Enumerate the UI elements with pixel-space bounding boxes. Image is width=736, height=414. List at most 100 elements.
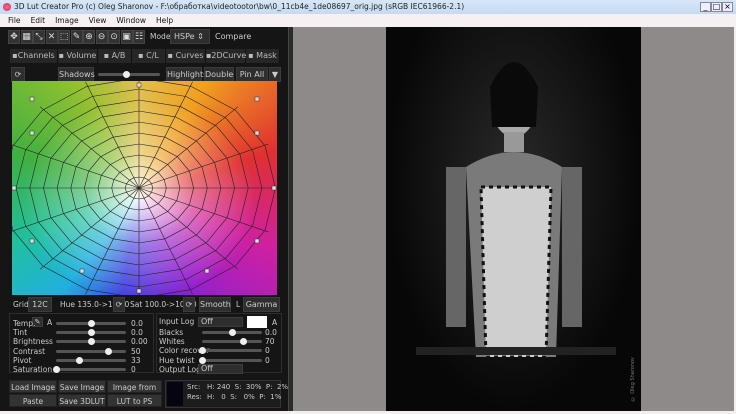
- slider-knob[interactable]: [199, 356, 206, 364]
- slider-knob[interactable]: [76, 356, 84, 364]
- grid-handle[interactable]: [29, 96, 35, 102]
- image-from-ps-button[interactable]: Image from PS: [107, 380, 162, 405]
- slider-knob[interactable]: [53, 366, 60, 373]
- select-icon[interactable]: ⬚: [58, 30, 70, 44]
- hue-reset-icon[interactable]: ⟳: [113, 297, 125, 312]
- grid-handle[interactable]: [136, 82, 142, 88]
- slider-knob[interactable]: [104, 347, 112, 355]
- pivot-slider[interactable]: [56, 356, 126, 364]
- photo-preview[interactable]: © Oleg Sharonov: [386, 27, 641, 411]
- blacks-value: 0.0: [265, 328, 277, 337]
- grid-handle[interactable]: [254, 96, 260, 102]
- grid-icon[interactable]: ▦: [20, 30, 33, 44]
- tab-channels[interactable]: ▪Channels: [10, 49, 58, 63]
- grid-handle[interactable]: [136, 288, 142, 294]
- slider-knob[interactable]: [88, 320, 95, 327]
- tab-label: C/L: [146, 51, 159, 60]
- tab-mask[interactable]: ▪ Mask: [246, 49, 280, 63]
- auto-button[interactable]: A: [272, 318, 277, 327]
- menu-image[interactable]: Image: [55, 14, 79, 27]
- grid-web[interactable]: [12, 81, 277, 295]
- grid-handle[interactable]: [204, 268, 210, 274]
- save-3dlut-button[interactable]: Save 3DLUT: [58, 394, 106, 407]
- color-recover-slider[interactable]: [199, 347, 262, 355]
- grid-handle[interactable]: [12, 185, 17, 191]
- whites-slider[interactable]: [202, 338, 262, 346]
- grid-handle[interactable]: [254, 130, 260, 136]
- app-icon: [3, 3, 11, 11]
- minimize-button[interactable]: _: [700, 2, 711, 12]
- slider-knob[interactable]: [122, 71, 130, 78]
- slider-knob[interactable]: [239, 338, 247, 346]
- whites-label: Whites: [159, 337, 185, 347]
- output-log-select[interactable]: Off: [198, 364, 243, 374]
- tab-ab[interactable]: ▪ A/B: [98, 49, 132, 63]
- grid-handle[interactable]: [271, 185, 277, 191]
- dropdown-arrow-icon[interactable]: ▼: [269, 67, 281, 82]
- grid-handle[interactable]: [29, 130, 35, 136]
- menu-edit[interactable]: Edit: [31, 14, 46, 27]
- zoom-in-icon[interactable]: ⊕: [83, 30, 95, 44]
- grid-handle[interactable]: [29, 238, 35, 244]
- gamma-select[interactable]: Gamma: [243, 297, 280, 312]
- highlights-button[interactable]: Highlights: [166, 67, 207, 82]
- temp-slider[interactable]: [56, 320, 126, 327]
- title-bar: 3D Lut Creator Pro (c) Oleg Sharonov - F…: [0, 0, 736, 14]
- grid-select[interactable]: 12C: [28, 297, 52, 312]
- tint-slider[interactable]: [56, 329, 126, 337]
- sat-reset-icon[interactable]: ⟳: [183, 297, 195, 312]
- tab-cl[interactable]: ▪ C/L: [132, 49, 166, 63]
- maximize-button[interactable]: □: [711, 2, 722, 12]
- window-title: 3D Lut Creator Pro (c) Oleg Sharonov - F…: [14, 2, 465, 11]
- split-icon[interactable]: ☷: [133, 30, 145, 44]
- color-wheel-grid[interactable]: [12, 81, 277, 295]
- grid-handle[interactable]: [254, 238, 260, 244]
- close-button[interactable]: ×: [722, 2, 733, 12]
- frame-icon[interactable]: ▣: [120, 30, 133, 44]
- white-swatch[interactable]: [247, 316, 267, 328]
- input-log-label: Input Log: [159, 317, 195, 326]
- brightness-slider[interactable]: [56, 338, 126, 346]
- menu-bar: File Edit Image View Window Help: [0, 14, 736, 27]
- slider-knob[interactable]: [229, 329, 236, 336]
- zoom-fit-icon[interactable]: ⊙: [108, 30, 120, 44]
- zoom-out-icon[interactable]: ⊖: [95, 30, 108, 44]
- blacks-slider[interactable]: [202, 329, 262, 336]
- double-button[interactable]: Double: [204, 67, 234, 82]
- load-image-button[interactable]: Load Image: [9, 380, 57, 393]
- contrast-slider[interactable]: [56, 347, 126, 355]
- tab-2dcurves[interactable]: ▪2DCurves: [206, 49, 250, 63]
- move-icon[interactable]: ✥: [8, 30, 20, 44]
- shadows-button[interactable]: Shadows: [58, 67, 95, 82]
- paste-button[interactable]: Paste: [9, 394, 57, 407]
- save-image-button[interactable]: Save Image: [58, 380, 106, 393]
- menu-window[interactable]: Window: [116, 14, 146, 27]
- tab-volume[interactable]: ▪ Volume: [58, 49, 98, 63]
- model-select[interactable]: HSPe ⇕: [170, 29, 210, 44]
- smooth-button[interactable]: Smooth: [199, 297, 231, 312]
- compare-button[interactable]: Compare: [215, 32, 251, 41]
- lut-to-ps-button[interactable]: LUT to PS: [107, 394, 162, 407]
- hue-twist-slider[interactable]: [199, 356, 262, 364]
- saturation-slider[interactable]: [53, 366, 126, 373]
- menu-file[interactable]: File: [8, 14, 21, 27]
- menu-help[interactable]: Help: [156, 14, 173, 27]
- reset-icon[interactable]: ⟳: [11, 67, 25, 82]
- temp-auto-button[interactable]: A: [47, 318, 52, 327]
- tab-curves[interactable]: ▪ Curves: [166, 49, 206, 63]
- brightness-value: 0.00: [131, 337, 148, 347]
- pivot-value: 33: [131, 355, 141, 365]
- input-log-select[interactable]: Off: [198, 317, 243, 327]
- grid-handle[interactable]: [79, 268, 85, 274]
- shrink-icon[interactable]: ⤡: [33, 30, 45, 44]
- hue-twist-value: 0: [265, 355, 270, 365]
- pin-all-button[interactable]: Pin All: [236, 67, 268, 82]
- shadows-highlights-slider[interactable]: [98, 71, 160, 78]
- menu-view[interactable]: View: [89, 14, 107, 27]
- saturation-value: 0: [131, 365, 136, 374]
- grid-label: Grid: [13, 300, 29, 309]
- color-swatch: [167, 382, 183, 406]
- cross-icon[interactable]: ✕: [45, 30, 58, 44]
- eyedropper-icon[interactable]: ✎: [70, 30, 83, 44]
- watermark: © Oleg Sharonov: [630, 357, 636, 402]
